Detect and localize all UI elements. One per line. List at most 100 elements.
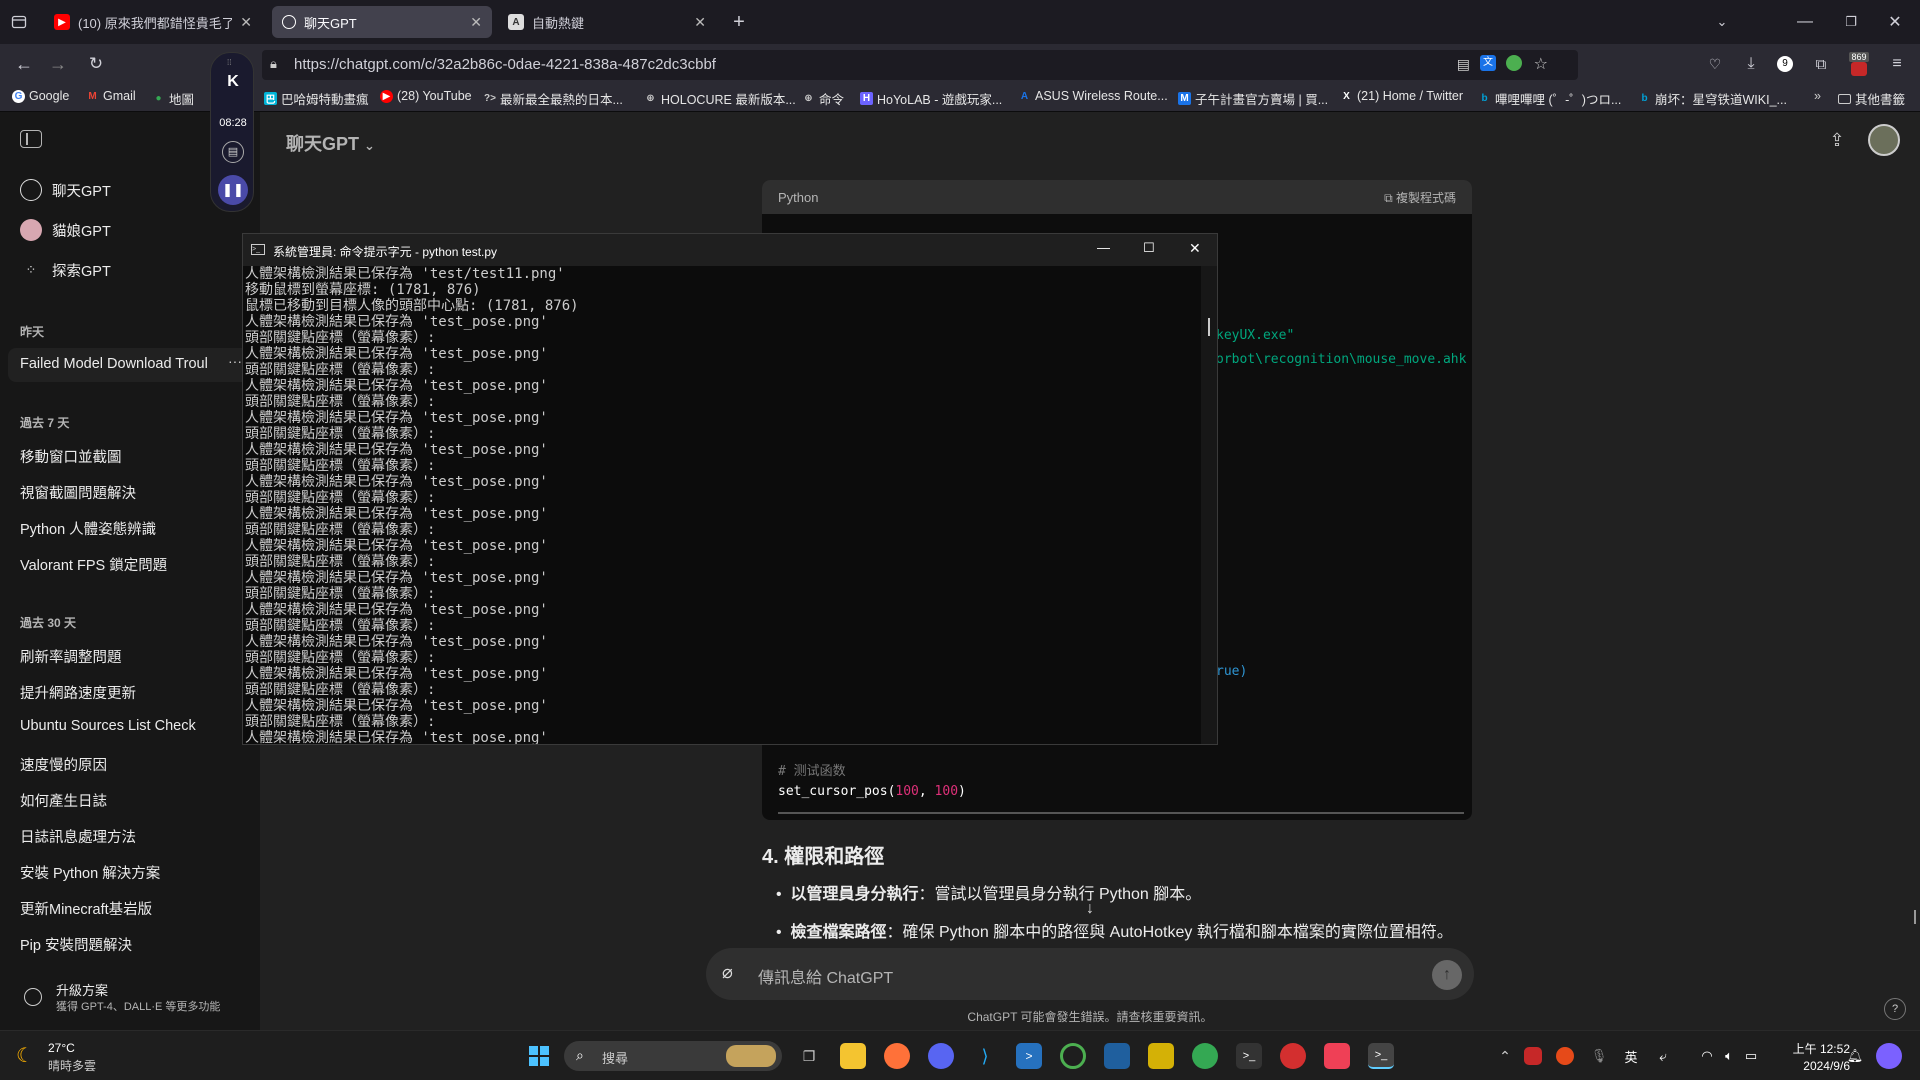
bookmark-gmail[interactable]: M Gmail (86, 89, 135, 103)
more-options-icon[interactable]: ··· (228, 353, 242, 369)
bookmark-starrail[interactable]: b 崩坏：星穹铁道WIKI_... (1638, 89, 1787, 108)
sidebar-item-chatgpt[interactable]: 聊天GPT (20, 179, 111, 201)
history-item[interactable]: 視窗截圖問題解決 (20, 482, 136, 503)
history-item[interactable]: 安裝 Python 解決方案 (20, 862, 160, 883)
bookmark-twitter[interactable]: X (21) Home / Twitter (1340, 89, 1463, 103)
tab-chatgpt[interactable]: 聊天GPT ✕ (272, 6, 492, 38)
address-bar[interactable]: 🔒︎ https://chatgpt.com/c/32a2b86c-0dae-4… (262, 50, 1578, 80)
tab-youtube[interactable]: ▶ (10) 原來我們都錯怪貴毛了，人 ✕ (44, 6, 262, 38)
message-input[interactable]: 傳訊息給 ChatGPT (758, 964, 893, 988)
clock[interactable]: 上午 12:52 2024/9/6 (1770, 1040, 1850, 1073)
close-tab-icon[interactable]: ✕ (240, 14, 252, 31)
bookmark-hoyolab[interactable]: H HoYoLAB - 遊戲玩家... (860, 89, 1002, 108)
history-item[interactable]: 速度慢的原因 (20, 754, 107, 775)
history-item-active[interactable]: Failed Model Download Troul ··· (8, 348, 252, 382)
copilot-icon[interactable] (1876, 1043, 1902, 1069)
model-selector[interactable]: 聊天GPT ⌄ (286, 130, 375, 156)
ime-mode-icon[interactable]: ⤶ (1650, 1043, 1676, 1069)
weather-widget[interactable]: ☾ 27°C 晴時多雲 (14, 1039, 214, 1073)
sidebar-item-explore-gpt[interactable]: ⁘ 探索GPT (20, 259, 111, 281)
notes-icon[interactable] (1148, 1043, 1174, 1069)
bookmark-other[interactable]: 其他書籤 (1838, 89, 1905, 108)
user-avatar[interactable] (1868, 124, 1900, 156)
drag-handle[interactable]: ⁞⁞ (227, 59, 239, 67)
extension-globe-icon[interactable] (1506, 55, 1522, 71)
firefox-icon[interactable] (884, 1043, 910, 1069)
back-icon[interactable]: ← (12, 53, 36, 75)
reader-view-icon[interactable]: ▤ (1457, 56, 1470, 73)
history-item[interactable]: 如何產生日誌 (20, 790, 107, 811)
cmd-taskbar-icon[interactable]: >_ (1368, 1043, 1394, 1069)
bookmark-shop[interactable]: M 子午計畫官方賣場 | 買... (1178, 89, 1328, 108)
notification-bell-icon[interactable]: 🔔︎ (1842, 1043, 1868, 1069)
history-item[interactable]: Pip 安裝問題解決 (20, 934, 132, 955)
page-scrollbar[interactable] (1914, 910, 1916, 924)
pocket-icon[interactable]: ♡ (1704, 53, 1726, 75)
history-item[interactable]: Valorant FPS 鎖定問題 (20, 554, 167, 575)
task-view-icon[interactable]: ❐ (796, 1043, 822, 1069)
restore-window-button[interactable]: ❐ (1836, 10, 1866, 34)
discord-icon[interactable] (928, 1043, 954, 1069)
input-method-indicator[interactable]: 英 (1618, 1043, 1644, 1069)
sidebar-item-catgirl-gpt[interactable]: 貓娘GPT (20, 219, 111, 241)
translate-icon[interactable]: 文 (1480, 55, 1496, 71)
cmd-title-bar[interactable]: >_ 系統管理員: 命令提示字元 - python test.py — ☐ ✕ (243, 234, 1217, 266)
extension-red-icon[interactable]: 869 (1846, 50, 1872, 78)
powershell-icon[interactable]: > (1016, 1043, 1042, 1069)
history-item[interactable]: Ubuntu Sources List Check (20, 718, 196, 734)
tray-app-icon[interactable] (1524, 1047, 1542, 1065)
history-item[interactable]: 移動窗口並截圖 (20, 446, 122, 467)
chrome-icon[interactable] (1192, 1043, 1218, 1069)
send-button[interactable]: ↑ (1432, 960, 1462, 990)
resource-monitor-icon[interactable] (1104, 1043, 1130, 1069)
reload-icon[interactable]: ↻ (84, 53, 108, 75)
tray-overflow-icon[interactable]: ⌃ (1492, 1043, 1518, 1069)
bookmark-maps[interactable]: ● 地圖 (152, 89, 194, 108)
forward-icon[interactable]: → (46, 53, 70, 75)
bookmarks-overflow-icon[interactable]: » (1814, 89, 1821, 103)
app-red-icon[interactable] (1280, 1043, 1306, 1069)
history-item[interactable]: 日誌訊息處理方法 (20, 826, 136, 847)
bookmark-holocure[interactable]: ⊕ HOLOCURE 最新版本... (644, 89, 795, 108)
bookmark-asus[interactable]: A ASUS Wireless Route... (1018, 89, 1168, 103)
tab-overview-icon[interactable] (8, 12, 30, 32)
new-tab-button[interactable]: + (726, 10, 752, 34)
maximize-button[interactable]: ☐ (1143, 240, 1155, 256)
bookmark-google[interactable]: G Google (12, 89, 69, 103)
terminal-icon[interactable]: >_ (1236, 1043, 1262, 1069)
scroll-down-icon[interactable]: ↓ (1080, 900, 1100, 920)
notification-badge[interactable]: 9 (1774, 53, 1796, 75)
microphone-icon[interactable]: 🎙︎ (1586, 1043, 1612, 1069)
bookmark-bilibili[interactable]: b 嗶哩嗶哩 (゜-゜)つロ... (1478, 89, 1621, 108)
recorder-notes-icon[interactable]: ▤ (222, 141, 244, 163)
close-button[interactable]: ✕ (1189, 240, 1201, 257)
tab-autohotkey[interactable]: A 自動熱鍵 ✕ (498, 6, 716, 38)
history-item[interactable]: Python 人體姿態辨識 (20, 518, 156, 539)
menu-icon[interactable]: ≡ (1886, 53, 1908, 75)
app-green-icon[interactable] (1060, 1043, 1086, 1069)
copy-code-button[interactable]: ⧉ 複製程式碼 (1384, 189, 1456, 206)
close-window-button[interactable]: ✕ (1880, 10, 1910, 34)
bookmark-japan[interactable]: ?> 最新最全最熱的日本... (484, 89, 623, 108)
tab-list-icon[interactable]: ⌄ (1710, 12, 1734, 32)
bookmark-bahamut[interactable]: 巴巴哈姆特動畫瘋 (264, 89, 369, 108)
tray-app-icon[interactable] (1556, 1047, 1574, 1065)
cmd-scrollbar[interactable] (1201, 266, 1217, 744)
pocket-app-icon[interactable] (1324, 1043, 1350, 1069)
horizontal-scrollbar[interactable] (778, 812, 1464, 814)
battery-icon[interactable]: ▭ (1738, 1043, 1764, 1069)
toggle-sidebar-icon[interactable] (20, 130, 42, 148)
minimize-window-button[interactable]: — (1790, 10, 1820, 34)
history-item[interactable]: 刷新率調整問題 (20, 646, 122, 667)
pause-recording-button[interactable]: ❚❚ (218, 175, 248, 205)
bookmark-command[interactable]: ⊕ 命令 (802, 89, 844, 108)
attach-icon[interactable]: ⌀ (722, 962, 733, 983)
share-icon[interactable]: ⇪ (1826, 130, 1848, 152)
start-icon[interactable] (526, 1043, 552, 1069)
close-tab-icon[interactable]: ✕ (470, 14, 482, 31)
close-tab-icon[interactable]: ✕ (694, 14, 706, 31)
history-item[interactable]: 更新Minecraft基岩版 (20, 898, 152, 919)
history-item[interactable]: 提升網路速度更新 (20, 682, 136, 703)
minimize-button[interactable]: — (1097, 240, 1110, 255)
bookmark-star-icon[interactable]: ☆ (1534, 54, 1548, 74)
